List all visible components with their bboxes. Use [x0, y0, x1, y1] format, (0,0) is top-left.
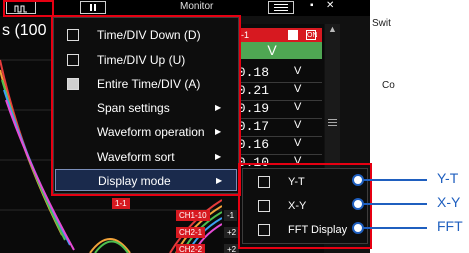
waveform-icon[interactable]: [6, 1, 36, 14]
monitor-label: Monitor: [180, 1, 214, 12]
callout-label-x-y: X-Y: [437, 194, 461, 210]
menu-item-waveform-operation[interactable]: Waveform operation ▶: [55, 121, 237, 143]
submenu-item-x-y[interactable]: X-Y: [244, 195, 366, 217]
menu-item-span-settings[interactable]: Span settings ▶: [55, 97, 237, 119]
channel-tag: CH2-1: [176, 227, 206, 238]
callout-line: [363, 179, 427, 181]
time-div-status: s (100: [2, 22, 47, 39]
channel-tag: CH1-10: [176, 210, 210, 221]
submenu-arrow-icon: ▶: [215, 152, 222, 161]
channel-tag-value: +2: [224, 244, 240, 253]
submenu-item-fft[interactable]: FFT Display: [244, 219, 366, 241]
value-unit: V: [294, 137, 302, 149]
channel-tag: 1-1: [112, 198, 130, 209]
menu-item-label: Entire Time/DIV (A): [97, 77, 201, 91]
toolbar-button-2[interactable]: [80, 1, 106, 14]
minimize-icon[interactable]: ▪: [310, 0, 314, 11]
submenu-item-label: FFT Display: [288, 224, 348, 236]
scroll-grip-icon[interactable]: [328, 119, 337, 128]
display-mode-submenu: Y-T X-Y FFT Display: [242, 168, 368, 244]
context-menu: Time/DIV Down (D) Time/DIV Up (U) Entire…: [53, 17, 239, 194]
pause-icon: [90, 4, 92, 11]
submenu-item-label: Y-T: [288, 176, 305, 188]
top-toolbar: Monitor ▪ ✕: [0, 0, 370, 16]
channel-square-icon[interactable]: [288, 30, 298, 40]
value-unit: V: [294, 119, 302, 131]
value-unit: V: [294, 101, 302, 113]
entire-time-div-icon: [67, 78, 79, 90]
callout-label-y-t: Y-T: [437, 170, 459, 186]
switch-label: Swit: [372, 18, 391, 29]
pause-icon-bar: [94, 4, 96, 11]
x-y-icon: [258, 200, 270, 212]
menu-item-label: Waveform sort: [97, 150, 175, 164]
menu-item-display-mode[interactable]: Display mode ▶: [55, 169, 237, 191]
scroll-up-icon[interactable]: ▲: [325, 24, 340, 34]
submenu-arrow-icon: ▶: [215, 127, 222, 136]
callout-label-fft: FFT: [437, 218, 463, 234]
menu-item-label: Span settings: [97, 101, 170, 115]
menu-item-label: Time/DIV Down (D): [97, 28, 201, 42]
submenu-arrow-icon: ▶: [215, 103, 222, 112]
co-label: Co: [382, 80, 395, 91]
menu-item-time-div-down[interactable]: Time/DIV Down (D): [55, 24, 237, 46]
menu-item-waveform-sort[interactable]: Waveform sort ▶: [55, 146, 237, 168]
menu-item-entire-time-div[interactable]: Entire Time/DIV (A): [55, 73, 237, 95]
menu-item-time-div-up[interactable]: Time/DIV Up (U): [55, 49, 237, 71]
time-div-down-icon: [67, 29, 79, 41]
value-unit: V: [294, 83, 302, 95]
channel-on-badge[interactable]: ON: [306, 30, 318, 40]
submenu-item-y-t[interactable]: Y-T: [244, 171, 366, 193]
submenu-item-label: X-Y: [288, 200, 307, 212]
menu-item-label: Time/DIV Up (U): [97, 53, 186, 67]
channel-tag: CH2-2: [176, 244, 206, 253]
close-icon[interactable]: ✕: [326, 0, 334, 11]
time-div-up-icon: [67, 54, 79, 66]
callout-line: [363, 227, 427, 229]
callout-line: [363, 203, 427, 205]
channel-tag-value: +2: [224, 227, 240, 238]
value-unit: V: [294, 155, 302, 167]
waveform-glyph: [14, 5, 27, 13]
value-unit: V: [294, 65, 302, 77]
channel-tag-value: -1: [224, 210, 238, 221]
fft-icon: [258, 224, 270, 236]
app-screen: Monitor ▪ ✕ s (100 1-1 ON V .0.18 V .0.21…: [0, 0, 370, 253]
menu-item-label: Display mode: [98, 174, 171, 188]
hamburger-menu-icon[interactable]: [268, 1, 294, 14]
menu-item-label: Waveform operation: [97, 125, 205, 139]
y-t-icon: [258, 176, 270, 188]
submenu-arrow-icon: ▶: [216, 176, 223, 185]
